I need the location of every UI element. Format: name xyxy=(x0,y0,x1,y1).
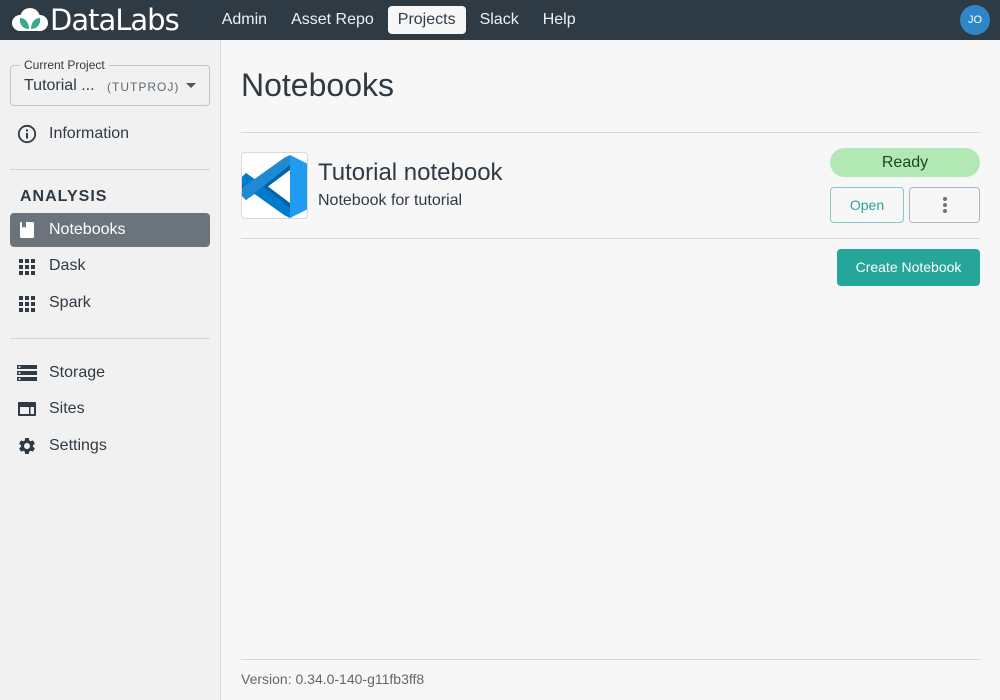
divider xyxy=(241,132,980,133)
sidebar-item-label: Dask xyxy=(49,257,86,274)
sidebar: Current Project Tutorial ... (TUTPROJ) I… xyxy=(0,40,221,700)
info-icon xyxy=(17,124,37,144)
more-options-button[interactable] xyxy=(909,187,980,223)
sidebar-item-settings[interactable]: Settings xyxy=(10,429,210,463)
footer-divider xyxy=(241,659,980,660)
user-avatar[interactable]: JO xyxy=(960,5,990,35)
vscode-icon xyxy=(241,152,308,219)
nav-admin[interactable]: Admin xyxy=(212,6,277,34)
sites-icon xyxy=(17,399,37,419)
top-nav: Admin Asset Repo Projects Slack Help xyxy=(212,6,590,34)
page-title: Notebooks xyxy=(241,67,394,103)
sidebar-item-label: Storage xyxy=(49,364,106,381)
sidebar-item-notebooks[interactable]: Notebooks xyxy=(10,213,210,247)
datalabs-logo[interactable]: DataLabs xyxy=(10,0,180,40)
notebook-title: Tutorial notebook xyxy=(318,159,503,186)
gear-icon xyxy=(17,436,37,456)
notebook-description: Notebook for tutorial xyxy=(318,192,463,209)
sidebar-item-label: Sites xyxy=(49,400,85,417)
chevron-down-icon xyxy=(186,83,196,88)
sidebar-item-label: Information xyxy=(49,125,130,142)
nav-slack[interactable]: Slack xyxy=(470,6,529,34)
project-key: (TUTPROJ) xyxy=(107,80,180,94)
sidebar-item-label: Settings xyxy=(49,437,107,454)
sidebar-item-spark[interactable]: Spark xyxy=(10,286,210,320)
top-nav-bar: DataLabs Admin Asset Repo Projects Slack… xyxy=(0,0,1000,40)
logo-cloud-leaf-icon xyxy=(12,8,48,31)
grid-icon xyxy=(17,256,37,276)
create-notebook-button[interactable]: Create Notebook xyxy=(837,249,980,286)
project-name: Tutorial ... xyxy=(24,77,95,94)
divider xyxy=(241,238,980,239)
sidebar-item-sites[interactable]: Sites xyxy=(10,392,210,426)
nav-asset-repo[interactable]: Asset Repo xyxy=(281,6,384,34)
more-vert-icon xyxy=(942,197,947,213)
sidebar-item-dask[interactable]: Dask xyxy=(10,249,210,283)
project-select-legend: Current Project xyxy=(20,58,109,72)
current-project-select[interactable]: Current Project Tutorial ... (TUTPROJ) xyxy=(10,58,210,106)
sidebar-item-label: Spark xyxy=(49,294,91,311)
grid-icon xyxy=(17,293,37,313)
sidebar-item-storage[interactable]: Storage xyxy=(10,356,210,390)
notebook-icon xyxy=(17,220,37,240)
open-notebook-button[interactable]: Open xyxy=(830,187,904,223)
nav-help[interactable]: Help xyxy=(533,6,586,34)
status-badge: Ready xyxy=(830,148,980,177)
nav-projects[interactable]: Projects xyxy=(387,6,466,34)
sidebar-divider xyxy=(10,169,210,170)
sidebar-item-label: Notebooks xyxy=(49,221,126,238)
main-content: Notebooks Tutorial notebook Notebook for… xyxy=(221,40,1000,700)
sidebar-item-information[interactable]: Information xyxy=(10,117,210,151)
section-title-analysis: ANALYSIS xyxy=(20,188,108,205)
app-name: DataLabs xyxy=(50,3,180,37)
version-text: Version: 0.34.0-140-g11fb3ff8 xyxy=(241,671,425,687)
sidebar-divider xyxy=(10,338,210,339)
storage-icon xyxy=(17,363,37,383)
